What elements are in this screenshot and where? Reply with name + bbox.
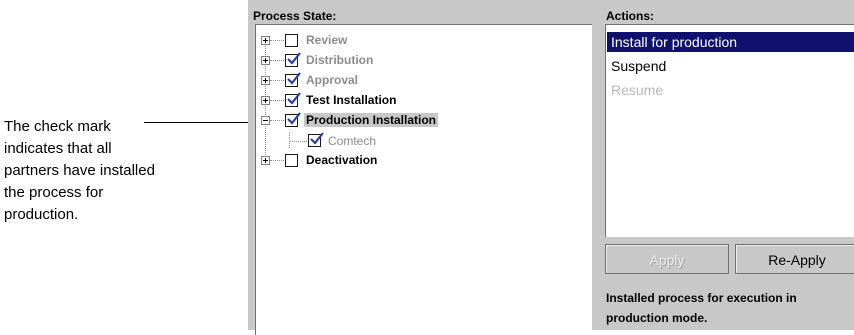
tree-label-distribution: Distribution — [306, 53, 374, 67]
checkbox-review[interactable] — [285, 34, 298, 47]
check-mark-icon — [287, 92, 301, 105]
check-mark-icon — [287, 52, 301, 65]
callout-line-1: The check mark — [4, 118, 111, 135]
tree-row-deactivation[interactable]: Deactivation — [256, 151, 586, 171]
process-state-heading: Process State: — [253, 9, 337, 23]
actions-heading: Actions: — [606, 9, 654, 23]
tree-label-test-installation: Test Installation — [306, 93, 397, 107]
tree-row-distribution[interactable]: Distribution — [256, 51, 586, 71]
expand-icon[interactable] — [261, 96, 270, 105]
expand-icon[interactable] — [261, 56, 270, 65]
tree-connector — [270, 100, 284, 101]
tree-connector — [289, 141, 307, 142]
collapse-icon[interactable] — [261, 116, 270, 125]
tree-label-review: Review — [306, 33, 348, 47]
callout-line-4: the process for — [4, 184, 104, 201]
expand-icon[interactable] — [261, 36, 270, 45]
tree-row-review[interactable]: Review — [256, 31, 586, 51]
status-line-1: Installed process for execution in — [606, 291, 797, 305]
expand-icon[interactable] — [261, 76, 270, 85]
tree-row-approval[interactable]: Approval — [256, 71, 586, 91]
tree-label-production-installation: Production Installation — [304, 113, 439, 127]
callout-leader-line — [144, 122, 259, 123]
tree-label-deactivation: Deactivation — [306, 153, 378, 167]
callout-text: The check mark indicates that all partne… — [4, 116, 204, 226]
checked-checkbox-comtech[interactable] — [308, 132, 324, 147]
apply-button[interactable]: Apply — [605, 244, 729, 274]
tree-connector — [270, 160, 284, 161]
process-state-tree[interactable]: Review Distribution Approval Test Instal… — [255, 24, 592, 335]
checkbox-deactivation[interactable] — [285, 154, 298, 167]
check-mark-icon — [287, 72, 301, 85]
check-mark-icon — [287, 112, 301, 125]
tree-connector — [270, 120, 284, 121]
tree-row-comtech[interactable]: Comtech — [256, 131, 586, 151]
reapply-button[interactable]: Re-Apply — [735, 244, 854, 274]
action-suspend[interactable]: Suspend — [607, 56, 854, 76]
callout-line-2: indicates that all — [4, 140, 112, 157]
status-message: Installed process for execution in produ… — [606, 288, 846, 328]
checked-checkbox-distribution[interactable] — [285, 52, 301, 67]
tree-row-production-installation[interactable]: Production Installation — [256, 111, 586, 131]
checked-checkbox-approval[interactable] — [285, 72, 301, 87]
callout-line-5: production. — [4, 206, 79, 223]
tree-row-test-installation[interactable]: Test Installation — [256, 91, 586, 111]
expand-icon[interactable] — [261, 156, 270, 165]
check-mark-icon — [310, 132, 324, 145]
tree-label-approval: Approval — [306, 73, 359, 87]
checked-checkbox-production-installation[interactable] — [285, 112, 301, 127]
action-resume[interactable]: Resume — [607, 80, 854, 100]
actions-list[interactable]: Install for production Suspend Resume — [605, 24, 854, 237]
tree-connector — [270, 40, 284, 41]
tree-connector — [270, 80, 284, 81]
checked-checkbox-test-installation[interactable] — [285, 92, 301, 107]
status-line-2: production mode. — [606, 311, 708, 325]
action-install-for-production[interactable]: Install for production — [607, 32, 854, 52]
callout-line-3: partners have installed — [4, 162, 155, 179]
tree-connector — [270, 60, 284, 61]
tree-label-comtech: Comtech — [328, 134, 377, 148]
